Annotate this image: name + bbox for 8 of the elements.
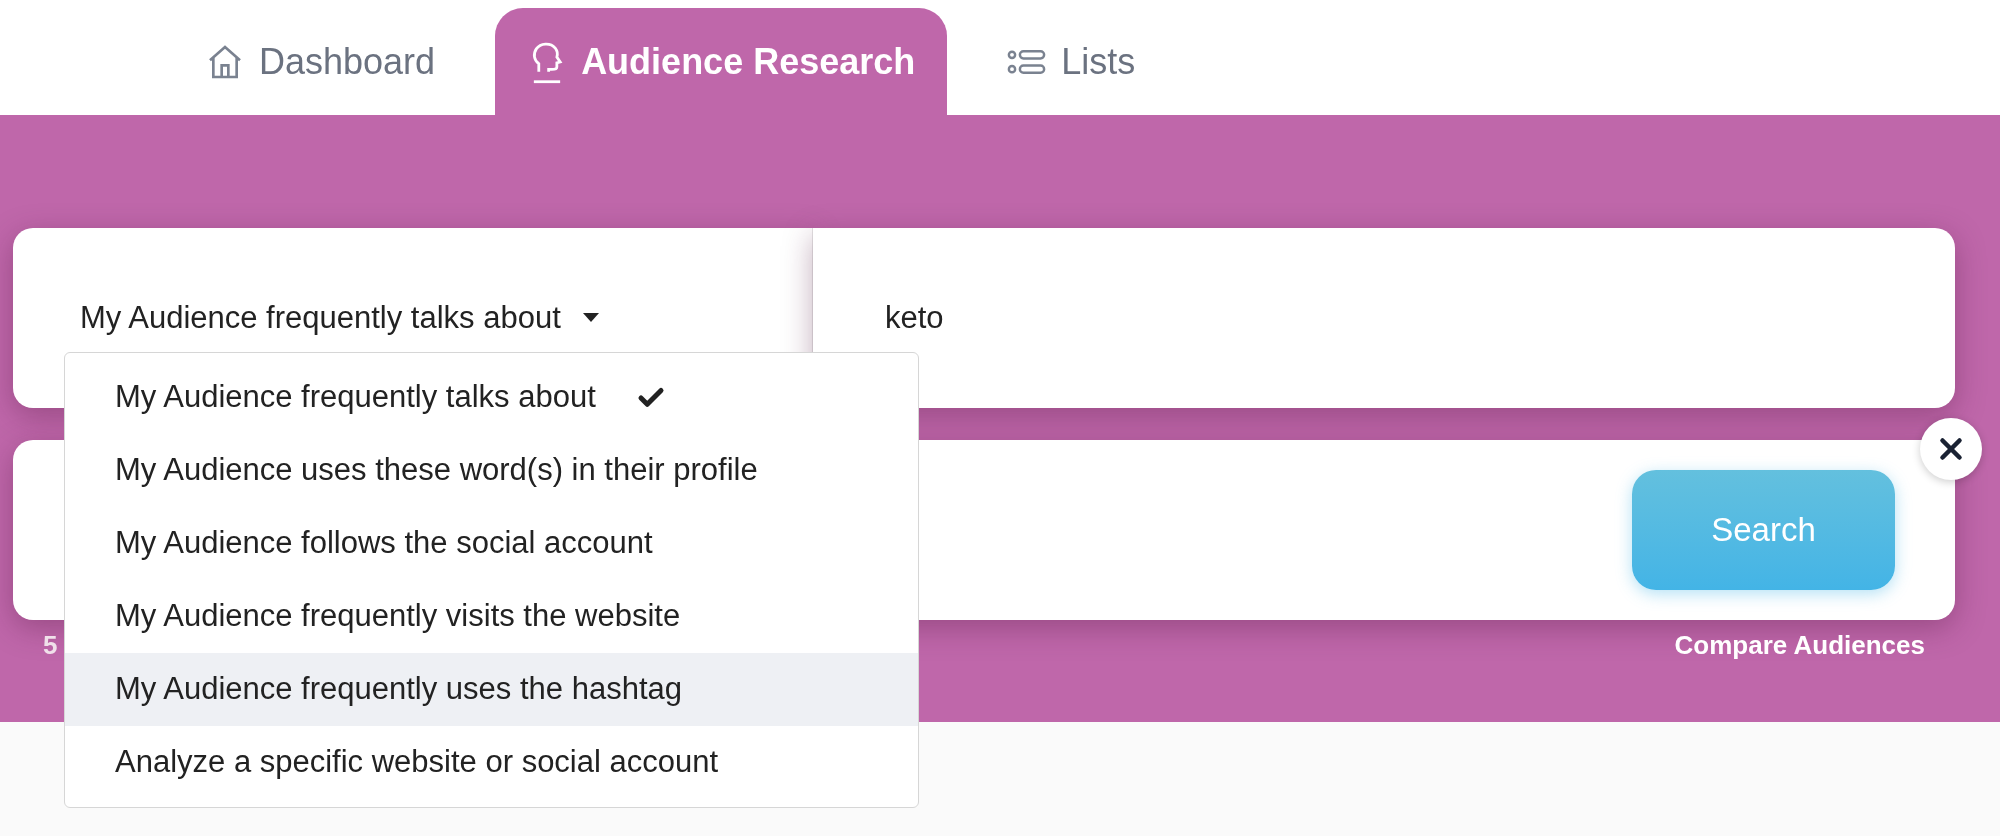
nav-tab[interactable]: Audience Research — [495, 8, 948, 115]
caret-icon — [582, 313, 599, 323]
keyword-field[interactable]: keto — [813, 228, 1955, 408]
dropdown-option[interactable]: My Audience frequently uses the hashtag — [65, 653, 918, 726]
nav-tab[interactable]: Dashboard — [185, 8, 456, 115]
nav-tab[interactable]: Lists — [987, 8, 1156, 115]
count-label: 5 — [43, 629, 58, 662]
compare-audiences-link[interactable]: Compare Audiences — [1674, 626, 1925, 665]
